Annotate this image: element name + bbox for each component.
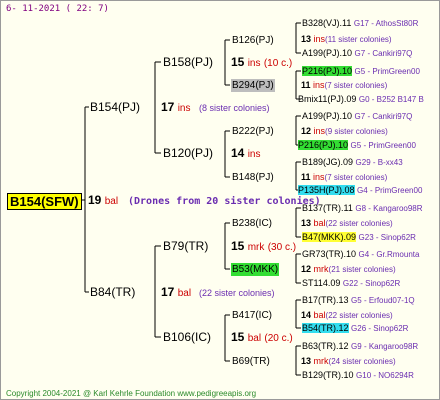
root-drone-note: (Drones from 20 sister colonies) [128,196,321,207]
gen4-entry[interactable]: GR73(TR).10 G4 - Gr.Rmounta [301,248,420,261]
gen1-queen[interactable]: B154(PJ) [90,101,140,114]
gen1-sister-note: (22 sister colonies) [199,288,275,298]
gen4-entry[interactable]: P216(PJ).10 G5 - PrimGreen00 [297,139,417,152]
gen4-drone-count: 13 mrk(24 sister colonies) [301,356,396,366]
gen3-queen[interactable]: B238(IC) [231,217,273,230]
gen1-queen[interactable]: B84(TR) [90,286,135,299]
gen3-queen[interactable]: B148(PJ) [231,171,275,184]
gen4-entry[interactable]: P135H(PJ).08 G4 - PrimGreen00 [297,184,423,197]
gen4-entry[interactable]: ST114.09 G22 - Sinop62R [301,277,401,290]
gen2-bracket-4 [224,314,230,362]
gen2-drone-count: 15 mrk (30 c.) [231,239,297,254]
gen2-bracket-2 [224,130,230,178]
gen4-drone-count: 13 bal(22 sister colonies) [301,218,393,228]
gen2-drone-count: 14 ins [231,146,261,161]
gen4-entry[interactable]: B63(TR).12 G9 - Kangaroo98R [301,340,419,353]
gen4-entry[interactable]: B47(MKK).09 G23 - Sinop62R [301,231,417,244]
gen4-entry[interactable]: B17(TR).13 G5 - Erfoud07-1Q [301,294,416,307]
gen4-drone-count: 12 mrk(21 sister colonies) [301,264,396,274]
gen1-sister-note: (8 sister colonies) [199,103,270,113]
gen3-queen[interactable]: B294(PJ) [231,79,275,92]
gen1-drone-count: 17 ins [161,100,191,115]
gen4-drone-count: 11 ins(7 sister colonies) [301,172,388,182]
gen4-drone-count: 14 bal(22 sister colonies) [301,310,393,320]
gen4-entry[interactable]: Bmix11(PJ).09 G0 - B252 B147 B [297,93,425,106]
gen3-queen[interactable]: B53(MKK) [231,263,280,276]
gen4-drone-count: 11 ins(7 sister colonies) [301,80,388,90]
gen4-drone-count: 13 ins(11 sister colonies) [301,34,392,44]
date-stamp: 6- 11-2021 ( 22: 7) [6,4,109,14]
gen4-entry[interactable]: B189(JG).09 G29 - B-xx43 [301,156,404,169]
pedigree-chart: { "date": "6- 11-2021 ( 22: 7)", "root":… [0,0,440,400]
gen2-bracket-1 [224,39,230,86]
gen3-queen[interactable]: B222(PJ) [231,125,275,138]
gen4-entry[interactable]: B328(VJ).11 G17 - AthosSt80R [301,17,419,30]
gen4-entry[interactable]: P216(PJ).10 G5 - PrimGreen00 [301,65,421,78]
root-drone-count: 19 bal [88,193,119,208]
gen4-drone-count: 12 ins(9 sister colonies) [301,126,388,136]
gen2-drone-count: 15 bal (20 c.) [231,330,293,345]
gen4-entry[interactable]: A199(PJ).10 G7 - Cankiri97Q [301,110,413,123]
copyright-footer: Copyright 2004-2021 @ Karl Kehrle Founda… [6,389,257,398]
root-queen[interactable]: B154(SFW) [7,193,82,210]
gen1-drone-count: 17 bal [161,285,192,300]
gen2-queen[interactable]: B106(IC) [163,331,211,344]
gen2-queen[interactable]: B158(PJ) [163,56,213,69]
gen2-queen[interactable]: B120(PJ) [163,147,213,160]
gen4-entry[interactable]: B129(TR).10 G10 - NO6294R [301,369,415,382]
gen3-queen[interactable]: B126(PJ) [231,34,275,47]
gen2-bracket-3 [224,222,230,270]
gen4-entry[interactable]: A199(PJ).10 G7 - Cankiri97Q [301,47,413,60]
gen3-queen[interactable]: B417(IC) [231,309,273,322]
gen3-queen[interactable]: B69(TR) [231,355,271,368]
gen4-entry[interactable]: B137(TR).11 G8 - Kangaroo98R [301,202,424,215]
gen2-queen[interactable]: B79(TR) [163,240,208,253]
gen4-entry[interactable]: B54(TR).12 G26 - Sinop62R [301,322,409,335]
gen2-drone-count: 15 ins (10 c.) [231,55,293,70]
